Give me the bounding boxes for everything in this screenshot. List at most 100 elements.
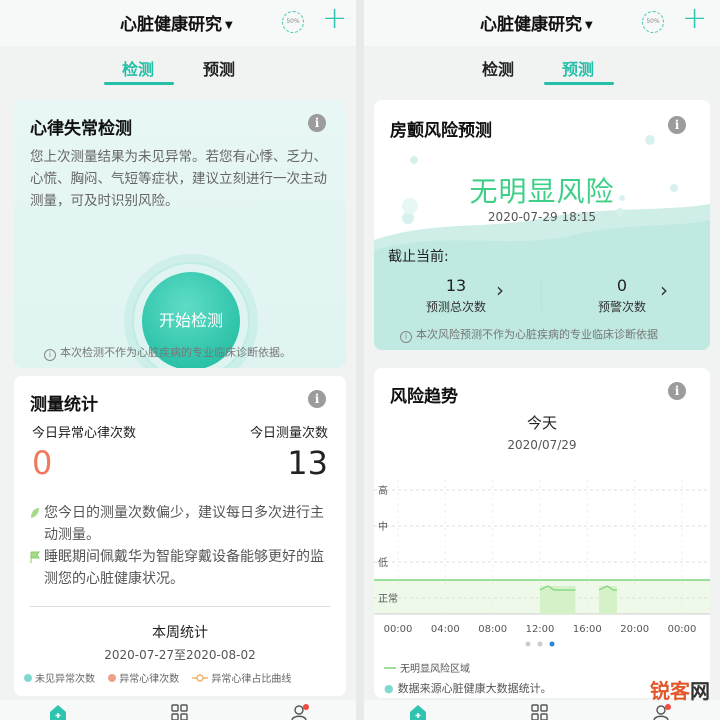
watermark-suffix: 网 [690,679,710,703]
stat-divider [541,276,542,310]
tip-measure-more: 您今日的测量次数偏少，建议每日多次进行主动测量。 [30,502,334,546]
chevron-right-icon[interactable]: › [660,280,668,300]
measure-count-label: 今日测量次数 [249,426,328,441]
screen-divider [356,0,364,720]
flag-icon [30,551,40,563]
abnormal-count-label: 今日异常心律次数 [32,426,137,441]
predict-screen: 心脏健康研究 ▼ 50% + 检测 预测 房颤风险预测 i 无明显风险 2020-… [364,0,720,720]
top-bar: 心脏健康研究 ▼ 50% + [364,0,720,46]
tab-bar: 检测 预测 [364,56,720,86]
chevron-right-icon[interactable]: › [496,280,504,300]
info-icon[interactable]: i [668,382,686,400]
card-title: 心律失常检测 [30,119,132,139]
measure-count-value: 13 [287,444,328,482]
stats-card: 测量统计 i 今日异常心律次数 今日测量次数 0 13 您今日的测量次数偏少，建… [14,376,346,696]
legend-label: 异常心律占比曲线 [211,674,292,685]
data-source: ● 数据来源心脏健康大数据统计。 [384,680,552,696]
progress-badge[interactable]: 50% [282,11,304,33]
progress-badge[interactable]: 50% [642,11,664,33]
tab-detect[interactable]: 检测 [122,56,154,80]
x-tick-label: 16:00 [573,624,602,635]
trend-date: 2020/07/29 [507,438,577,452]
legend-dot [24,674,32,682]
bottom-nav [0,700,356,720]
total-predictions-value: 13 [445,276,467,295]
tab-bar: 检测 预测 [0,56,356,86]
info-icon[interactable]: i [308,390,326,408]
tab-underline [104,82,174,85]
watermark-brand: 锐客 [650,679,690,703]
caret-down-icon: ▼ [225,20,233,31]
x-tick-label: 12:00 [526,624,555,635]
disclaimer: i 本次检测不作为心脏疾病的专业临床诊断依据。 [44,344,291,361]
total-predictions-label: 预测总次数 [425,300,486,314]
grid-icon[interactable] [530,704,550,720]
profile-icon[interactable] [290,704,310,720]
risk-datetime: 2020-07-29 18:15 [487,210,597,224]
y-level-label: 低 [378,556,388,569]
arrhythmia-card: 心律失常检测 i 您上次测量结果为未见异常。若您有心悸、乏力、心慌、胸闷、气短等… [14,100,346,368]
profile-icon[interactable] [652,704,672,720]
x-tick-label: 04:00 [431,624,460,635]
tab-detect[interactable]: 检测 [482,56,514,80]
detect-screen: 心脏健康研究 ▼ 50% + 检测 预测 心律失常检测 i 您上次测量结果为未见异… [0,0,356,720]
legend-line-icon [384,667,396,669]
warning-count-label: 预警次数 [597,300,646,314]
add-button[interactable]: + [682,4,707,34]
tip-text: 睡眠期间佩戴华为智能穿戴设备能够更好的监测您的心脏健康状况。 [44,549,324,587]
dot-icon: ● [384,682,394,695]
risk-status: 无明显风险 [469,175,615,208]
abnormal-count-value: 0 [32,444,53,482]
trend-legend: 无明显风险区域 [384,660,470,675]
tip-wear-sleep: 睡眠期间佩戴华为智能穿戴设备能够更好的监测您的心脏健康状况。 [30,546,334,590]
card-title: 房颤风险预测 [390,121,492,141]
leaf-icon [31,508,39,518]
legend-line-icon [192,674,209,682]
disclaimer-text: 本次检测不作为心脏疾病的专业临床诊断依据。 [60,346,291,359]
warning-count-value: 0 [616,276,628,295]
week-title: 本周统计 [152,625,208,641]
add-button[interactable]: + [322,4,347,34]
tab-predict[interactable]: 预测 [562,56,594,80]
y-level-label: 高 [378,484,388,497]
info-icon[interactable]: i [308,114,326,132]
data-source-text: 数据来源心脏健康大数据统计。 [397,682,552,695]
caret-down-icon: ▼ [585,20,593,31]
tab-underline [544,82,614,85]
tip-text: 您今日的测量次数偏少，建议每日多次进行主动测量。 [44,505,324,543]
risk-trend-chart[interactable]: 高中低正常 00:00 04:00 08:00 12:00 16:00 20:00 00:00 [374,460,710,656]
page-dot [525,641,531,647]
tab-predict[interactable]: 预测 [203,56,235,80]
week-legend: 未见异常次数 异常心律次数 异常心律占比曲线 [24,670,291,685]
legend-dot [108,674,117,682]
card-title: 风险趋势 [390,387,458,407]
legend-label: 无明显风险区域 [400,664,470,675]
x-tick-label: 00:00 [384,624,413,635]
afib-risk-card: 房颤风险预测 i 无明显风险 2020-07-29 18:15 截止当前: 13… [374,100,710,350]
week-range: 2020-07-27至2020-08-02 [104,648,256,662]
risk-trend-card: 风险趋势 i 今天 2020/07/29 高中低正常 00:00 04:00 08:0… [374,368,710,698]
x-tick-label: 20:00 [620,624,649,635]
app-title-dropdown[interactable]: 心脏健康研究 ▼ [120,10,233,35]
info-small-icon: i [44,349,56,361]
top-bar: 心脏健康研究 ▼ 50% + [0,0,356,46]
y-level-label: 正常 [378,592,398,605]
card-description: 您上次测量结果为未见异常。若您有心悸、乏力、心慌、胸闷、气短等症状，建议立刻进行… [30,149,327,209]
legend-label: 未见异常次数 [35,674,95,685]
page-dot [549,641,555,647]
watermark-logo: 锐客网 [650,675,710,704]
legend-label: 异常心律次数 [119,674,180,685]
trend-day: 今天 [526,414,557,432]
divider [30,606,330,607]
grid-icon[interactable] [170,704,190,720]
x-tick-label: 08:00 [478,624,507,635]
home-icon[interactable] [408,704,428,720]
info-small-icon: i [400,331,412,343]
page-dot [537,641,543,647]
x-tick-label: 00:00 [668,624,697,635]
card-title: 测量统计 [30,395,98,415]
info-icon[interactable]: i [668,116,686,134]
y-level-label: 中 [378,520,388,533]
home-icon[interactable] [48,704,68,720]
app-title-dropdown[interactable]: 心脏健康研究 ▼ [480,10,593,35]
